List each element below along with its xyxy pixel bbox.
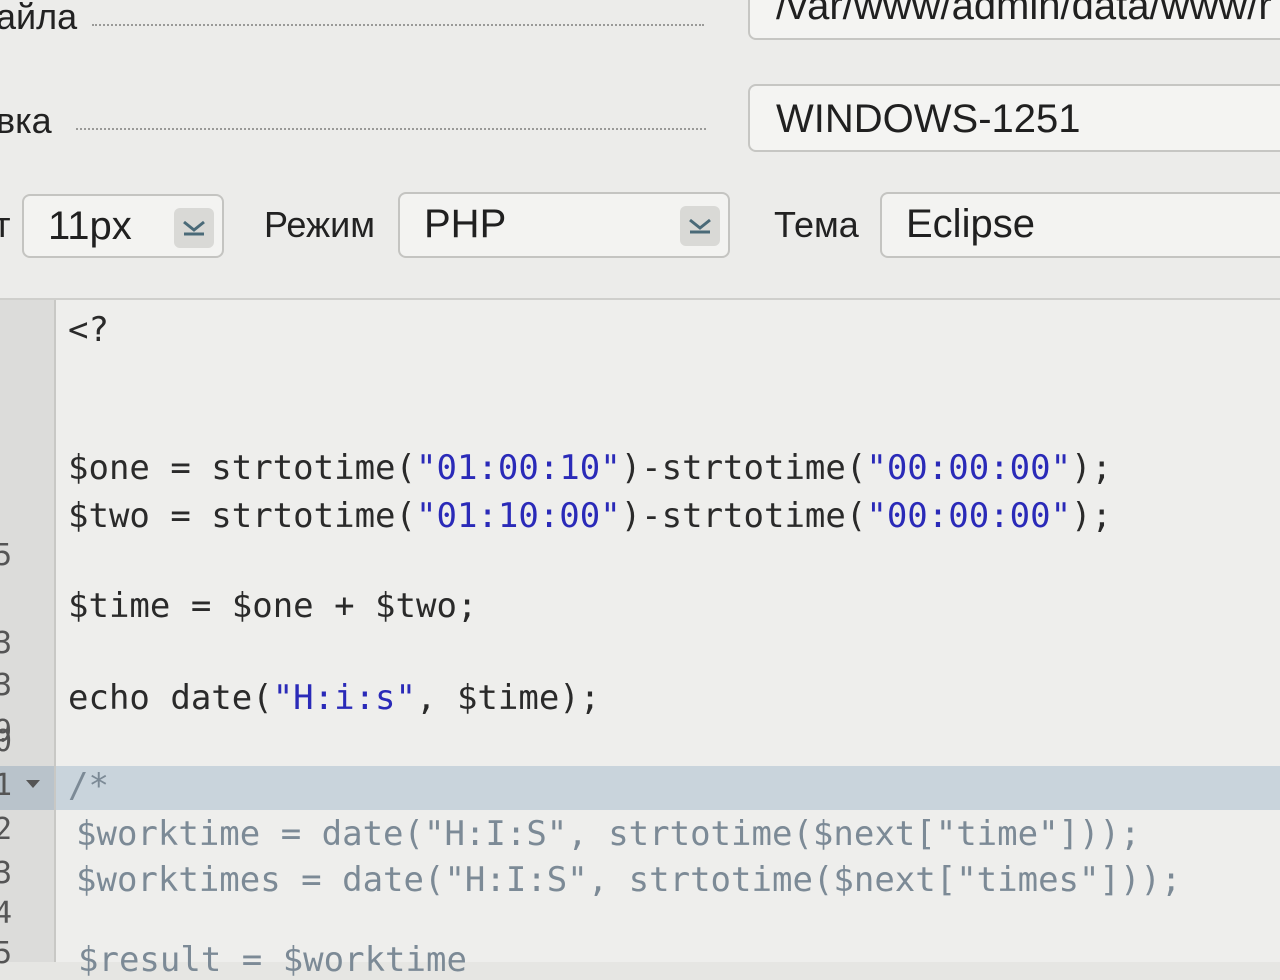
code-token: )-strtotime( bbox=[620, 448, 867, 488]
code-token: echo date( bbox=[68, 678, 273, 718]
line-number: 5 bbox=[0, 538, 13, 573]
mode-select[interactable]: PHP bbox=[398, 192, 730, 258]
line-number: 2 bbox=[0, 812, 13, 847]
code-line-result: $result = $worktime bbox=[78, 940, 467, 980]
code-token: )-strtotime( bbox=[620, 496, 867, 536]
code-line-one: $one = strtotime("01:00:10")-strtotime("… bbox=[68, 448, 1112, 488]
code-token: $two = strtotime( bbox=[68, 496, 416, 536]
theme-value: Eclipse bbox=[906, 202, 1035, 246]
string-token: "01:00:10" bbox=[416, 448, 621, 488]
code-line-two: $two = strtotime("01:10:00")-strtotime("… bbox=[68, 496, 1112, 536]
string-token: "00:00:00" bbox=[866, 448, 1072, 488]
line-number: 1 bbox=[0, 768, 13, 803]
theme-label: Тема bbox=[774, 204, 859, 245]
code-editor[interactable]: 5 3 3 9 0 1 2 3 4 5 <? $one = strtotime(… bbox=[0, 298, 1280, 980]
dotted-leader bbox=[92, 24, 704, 26]
code-line-echo: echo date("H:i:s", $time); bbox=[68, 678, 600, 718]
mode-value: PHP bbox=[424, 202, 507, 246]
settings-form: айла /var/www/admin/data/www/r вка WINDO… bbox=[0, 0, 1280, 300]
chevron-down-icon bbox=[689, 218, 711, 234]
dotted-leader bbox=[76, 128, 706, 130]
chevron-down-icon bbox=[183, 220, 205, 236]
code-line-open-tag: <? bbox=[68, 310, 109, 350]
code-line-worktime: $worktime = date("H:I:S", strtotime($nex… bbox=[76, 814, 1141, 854]
code-line-comment-open: /* bbox=[68, 766, 109, 806]
line-number: 3 bbox=[0, 856, 13, 891]
font-size-dropdown-button[interactable] bbox=[174, 208, 214, 248]
line-number: 5 bbox=[0, 936, 13, 971]
mode-dropdown-button[interactable] bbox=[680, 206, 720, 246]
font-size-value: 11px bbox=[48, 204, 132, 248]
string-token: "01:10:00" bbox=[416, 496, 621, 536]
code-line-worktimes: $worktimes = date("H:I:S", strtotime($ne… bbox=[76, 860, 1182, 900]
code-token: $one = strtotime( bbox=[68, 448, 416, 488]
encoding-label: вка bbox=[0, 100, 52, 141]
fold-arrow-icon[interactable] bbox=[24, 778, 42, 790]
encoding-field[interactable]: WINDOWS-1251 bbox=[748, 84, 1280, 152]
code-line-time: $time = $one + $two; bbox=[68, 586, 478, 626]
line-number: 3 bbox=[0, 668, 13, 703]
theme-select[interactable]: Eclipse bbox=[880, 192, 1280, 258]
active-line-highlight bbox=[56, 766, 1280, 810]
file-path-label: айла bbox=[0, 0, 78, 37]
font-size-label: т bbox=[0, 204, 11, 245]
mode-label: Режим bbox=[264, 204, 375, 245]
file-path-field[interactable]: /var/www/admin/data/www/r bbox=[748, 0, 1280, 40]
code-token: ); bbox=[1071, 448, 1112, 488]
string-token: "H:i:s" bbox=[272, 678, 416, 718]
line-number: 3 bbox=[0, 626, 13, 661]
line-number: 4 bbox=[0, 896, 13, 931]
line-number: 0 bbox=[0, 724, 13, 759]
code-token: ); bbox=[1071, 496, 1112, 536]
font-size-select[interactable]: 11px bbox=[22, 194, 224, 258]
code-token: , $time); bbox=[416, 678, 601, 718]
string-token: "00:00:00" bbox=[866, 496, 1072, 536]
